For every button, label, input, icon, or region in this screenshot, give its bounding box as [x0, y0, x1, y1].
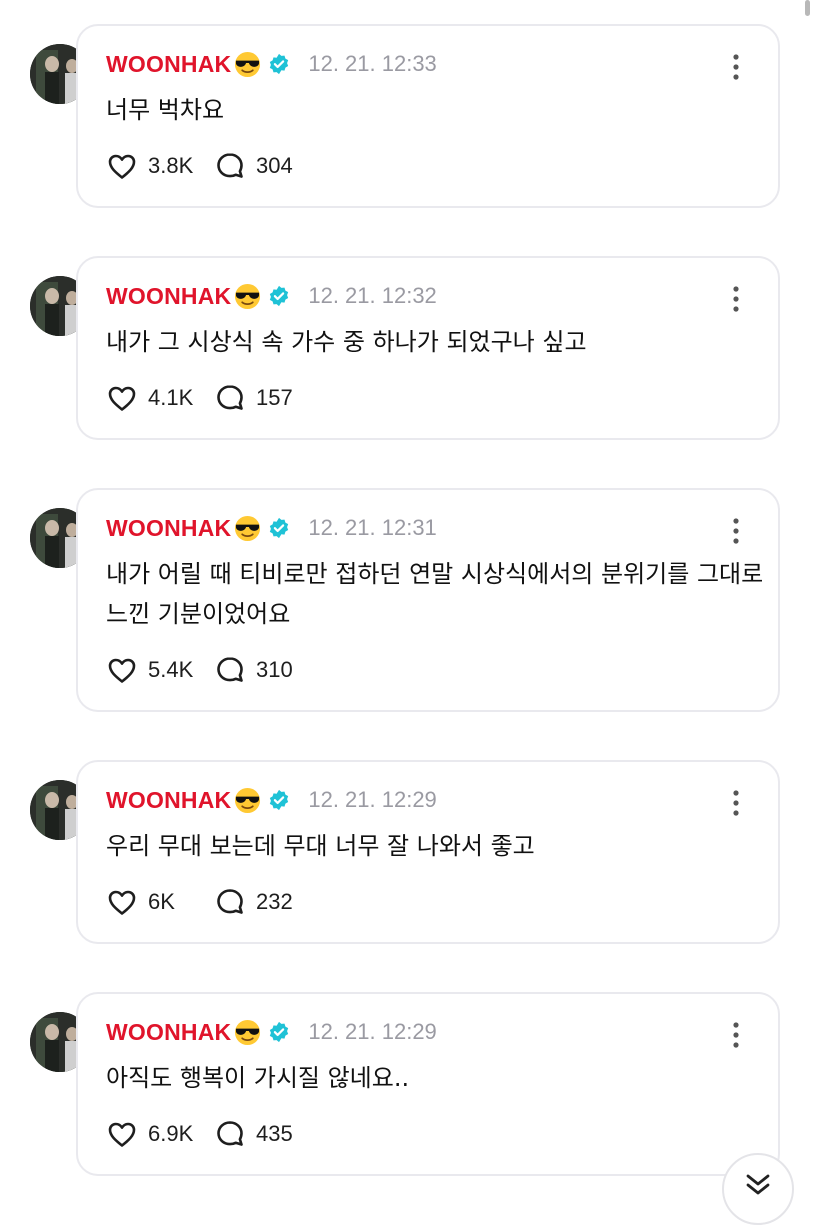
post-timestamp: 12. 21. 12:31 — [308, 515, 437, 540]
comment-count: 435 — [256, 1121, 293, 1146]
comment-count: 157 — [256, 385, 293, 410]
verified-badge-icon — [270, 285, 289, 307]
post-actions: 5.4K 310 — [106, 652, 293, 688]
comment-bubble-icon — [217, 153, 243, 178]
post-timestamp: 12. 21. 12:33 — [308, 51, 437, 76]
like-count: 4.1K — [148, 385, 194, 410]
comment-count: 310 — [256, 657, 293, 682]
heart-icon — [108, 658, 136, 683]
more-vertical-icon[interactable] — [724, 52, 748, 82]
author-name[interactable]: WOONHAK — [106, 787, 231, 814]
verified-badge-icon — [270, 517, 289, 539]
post-card[interactable]: WOONHAK 12. 21. 12:33 너무 벅차요 3.8K 304 — [76, 24, 780, 208]
like-count: 5.4K — [148, 657, 194, 682]
like-button[interactable]: 6.9K — [106, 1118, 214, 1150]
like-button[interactable]: 6K — [106, 886, 214, 918]
more-vertical-icon[interactable] — [724, 516, 748, 546]
author-name[interactable]: WOONHAK — [106, 51, 231, 78]
comment-bubble-icon — [217, 889, 243, 914]
post: WOONHAK 12. 21. 12:29 아직도 행복이 가시질 않네요.. … — [0, 992, 814, 1192]
verified-badge-icon — [270, 53, 289, 75]
sunglasses-face-icon — [235, 51, 261, 77]
comment-button[interactable]: 232 — [214, 886, 293, 918]
sunglasses-face-icon — [235, 787, 261, 813]
chevron-double-down-icon — [746, 1174, 770, 1195]
comment-count: 232 — [256, 889, 293, 914]
post-text: 내가 그 시상식 속 가수 중 하나가 되었구나 싶고 — [106, 328, 587, 356]
post-actions: 3.8K 304 — [106, 148, 293, 184]
post: WOONHAK 12. 21. 12:33 너무 벅차요 3.8K 304 — [0, 24, 814, 224]
post: WOONHAK 12. 21. 12:31 내가 어릴 때 티비로만 접하던 연… — [0, 488, 814, 712]
author-name[interactable]: WOONHAK — [106, 515, 231, 542]
comment-button[interactable]: 304 — [214, 150, 293, 182]
post-card[interactable]: WOONHAK 12. 21. 12:31 내가 어릴 때 티비로만 접하던 연… — [76, 488, 780, 712]
heart-icon — [108, 890, 136, 915]
post-actions: 6.9K 435 — [106, 1116, 293, 1152]
post-actions: 6K 232 — [106, 884, 293, 920]
comment-bubble-icon — [217, 385, 243, 410]
like-count: 6K — [148, 889, 175, 914]
like-count: 6.9K — [148, 1121, 194, 1146]
scrollbar-thumb[interactable] — [805, 0, 810, 16]
comment-button[interactable]: 310 — [214, 654, 293, 686]
post: WOONHAK 12. 21. 12:32 내가 그 시상식 속 가수 중 하나… — [0, 256, 814, 456]
post-timestamp: 12. 21. 12:32 — [308, 283, 437, 308]
comment-bubble-icon — [217, 1121, 243, 1146]
more-vertical-icon[interactable] — [724, 1020, 748, 1050]
author-name[interactable]: WOONHAK — [106, 1019, 231, 1046]
comment-bubble-icon — [217, 657, 243, 682]
like-button[interactable]: 4.1K — [106, 382, 214, 414]
post-actions: 4.1K 157 — [106, 380, 293, 416]
more-vertical-icon[interactable] — [724, 284, 748, 314]
sunglasses-face-icon — [235, 515, 261, 541]
sunglasses-face-icon — [235, 283, 261, 309]
like-button[interactable]: 5.4K — [106, 654, 214, 686]
post-text: 내가 어릴 때 티비로만 접하던 연말 시상식에서의 분위기를 그대로 느낀 기… — [106, 560, 764, 628]
post-text: 너무 벅차요 — [106, 96, 225, 124]
comment-count: 304 — [256, 153, 293, 178]
heart-icon — [108, 154, 136, 179]
post-card[interactable]: WOONHAK 12. 21. 12:29 우리 무대 보는데 무대 너무 잘 … — [76, 760, 780, 944]
verified-badge-icon — [270, 1021, 289, 1043]
heart-icon — [108, 386, 136, 411]
heart-icon — [108, 1122, 136, 1147]
like-count: 3.8K — [148, 153, 194, 178]
post-timestamp: 12. 21. 12:29 — [308, 787, 437, 812]
comment-button[interactable]: 157 — [214, 382, 293, 414]
more-vertical-icon[interactable] — [724, 788, 748, 818]
sunglasses-face-icon — [235, 1019, 261, 1045]
post-card[interactable]: WOONHAK 12. 21. 12:32 내가 그 시상식 속 가수 중 하나… — [76, 256, 780, 440]
verified-badge-icon — [270, 789, 289, 811]
post-header: WOONHAK 12. 21. 12:33 — [106, 46, 437, 82]
scroll-down-button[interactable] — [722, 1153, 794, 1225]
like-button[interactable]: 3.8K — [106, 150, 214, 182]
post-header: WOONHAK 12. 21. 12:29 — [106, 1014, 437, 1050]
post-timestamp: 12. 21. 12:29 — [308, 1019, 437, 1044]
post-card[interactable]: WOONHAK 12. 21. 12:29 아직도 행복이 가시질 않네요.. … — [76, 992, 780, 1176]
post-header: WOONHAK 12. 21. 12:29 — [106, 782, 437, 818]
post-text: 아직도 행복이 가시질 않네요.. — [106, 1064, 410, 1092]
comment-button[interactable]: 435 — [214, 1118, 293, 1150]
post: WOONHAK 12. 21. 12:29 우리 무대 보는데 무대 너무 잘 … — [0, 760, 814, 960]
post-header: WOONHAK 12. 21. 12:31 — [106, 510, 437, 546]
post-header: WOONHAK 12. 21. 12:32 — [106, 278, 437, 314]
post-text: 우리 무대 보는데 무대 너무 잘 나와서 좋고 — [106, 832, 535, 860]
author-name[interactable]: WOONHAK — [106, 283, 231, 310]
